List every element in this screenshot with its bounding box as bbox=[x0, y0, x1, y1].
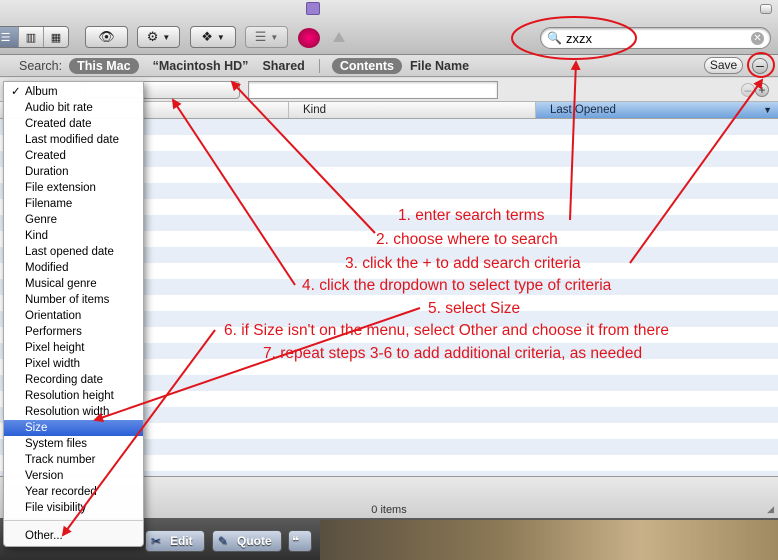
instruction-step4: 4. click the dropdown to select type of … bbox=[302, 277, 612, 294]
instruction-step5: 5. select Size bbox=[428, 300, 521, 317]
arrow-step1 bbox=[569, 60, 581, 221]
highlight-minus-button bbox=[747, 52, 775, 78]
instruction-step2: 2. choose where to search bbox=[376, 231, 558, 248]
instruction-step7: 7. repeat steps 3-6 to add additional cr… bbox=[263, 345, 643, 362]
arrow-step6 bbox=[61, 329, 216, 537]
instruction-step1: 1. enter search terms bbox=[398, 207, 545, 224]
finder-search-window: { "toolbar": { "search_value": "zxzx", "… bbox=[0, 0, 778, 560]
instruction-step3: 3. click the + to add search criteria bbox=[345, 255, 581, 272]
arrow-step2 bbox=[230, 80, 376, 234]
arrow-step3 bbox=[629, 78, 764, 264]
instruction-step6: 6. if Size isn't on the menu, select Oth… bbox=[224, 322, 669, 339]
highlight-search-field bbox=[511, 16, 637, 60]
